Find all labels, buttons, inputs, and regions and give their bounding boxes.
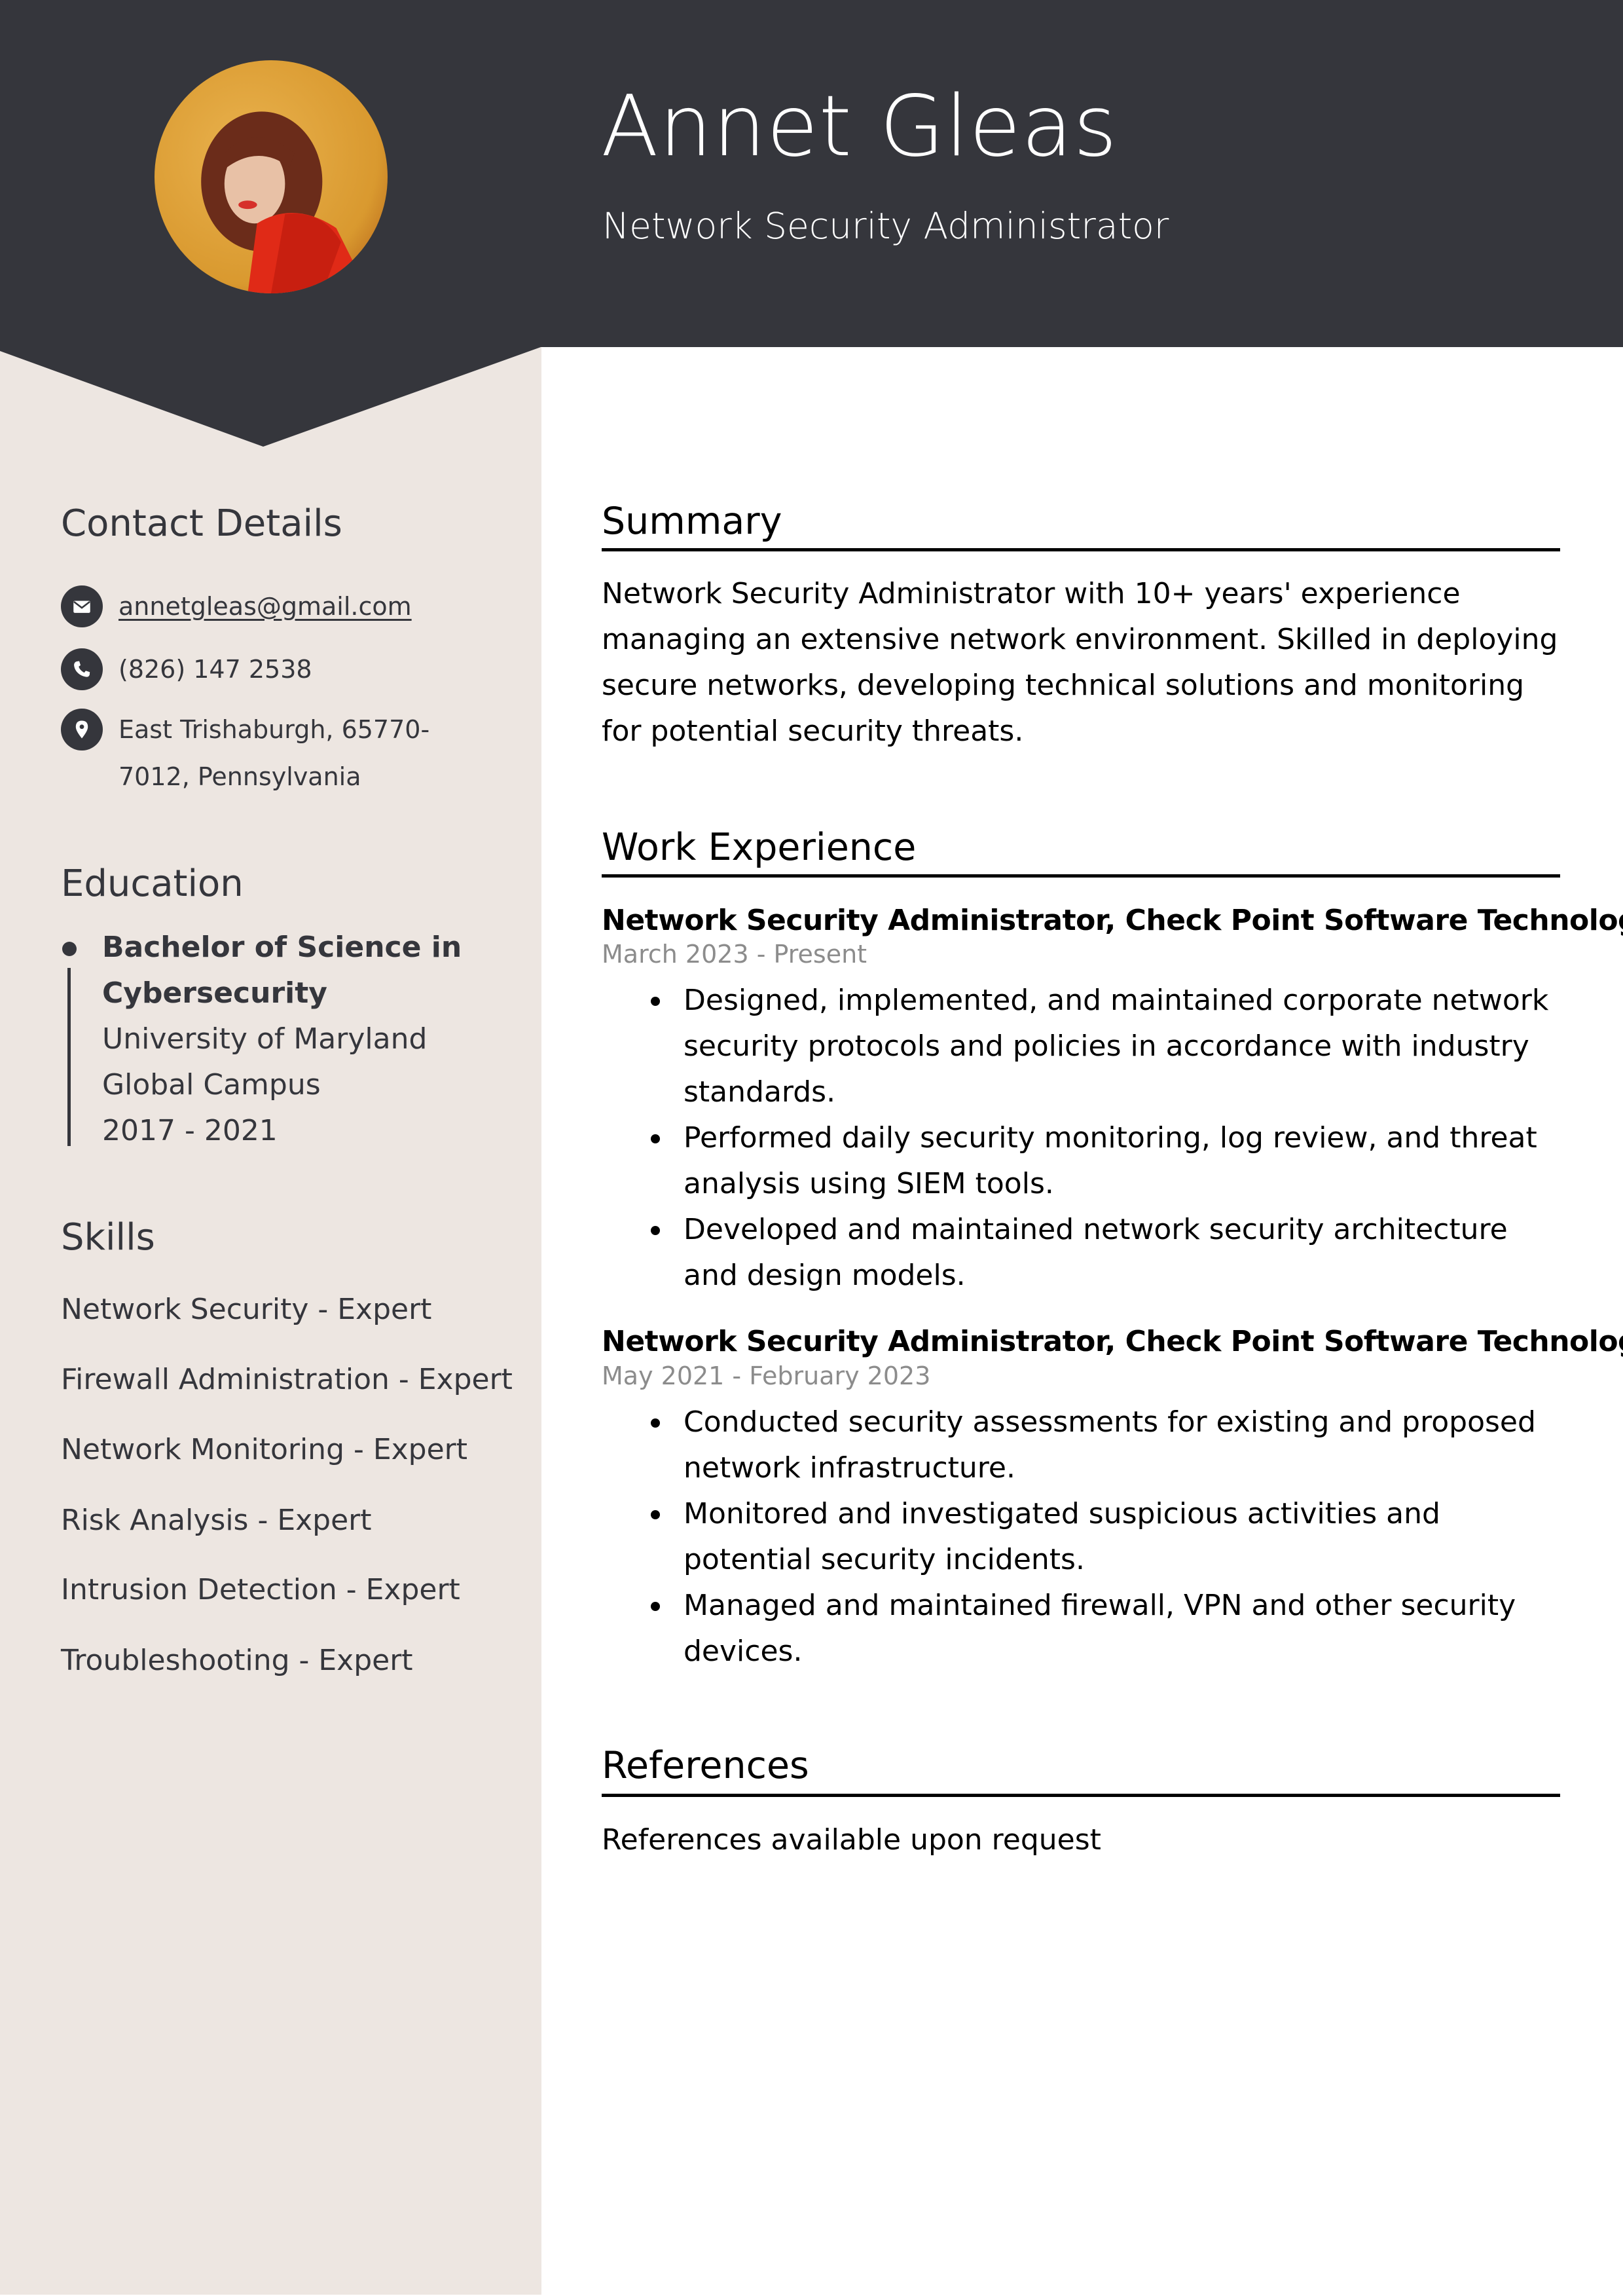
- candidate-name: Annet Gleas: [601, 78, 1118, 176]
- education-degree: Bachelor of Science in Cybersecurity: [102, 931, 462, 1010]
- contact-details-heading: Contact Details: [61, 502, 342, 545]
- contact-phone-row: (826) 147 2538: [61, 648, 538, 693]
- job-heading: Network Security Administrator, Check Po…: [602, 1325, 1623, 1358]
- job-bullet: Monitored and investigated suspicious ac…: [651, 1491, 1561, 1583]
- skill-item: Firewall Administration - Expert: [61, 1363, 513, 1396]
- candidate-title: Network Security Administrator: [602, 205, 1169, 247]
- email-link[interactable]: annetgleas@gmail.com: [119, 583, 538, 630]
- skill-item: Network Security - Expert: [61, 1293, 432, 1326]
- job-bullet: Conducted security assessments for exist…: [651, 1399, 1561, 1491]
- contact-address-row: East Trishaburgh, 65770-7012, Pennsylvan…: [61, 709, 485, 800]
- education-item: Bachelor of Science in Cybersecurity Uni…: [102, 925, 508, 1154]
- summary-text: Network Security Administrator with 10+ …: [602, 577, 1558, 748]
- skill-item: Intrusion Detection - Expert: [61, 1573, 460, 1606]
- job-bullet: Performed daily security monitoring, log…: [651, 1115, 1561, 1207]
- profile-photo: [155, 60, 388, 293]
- job-dates: March 2023 - Present: [602, 940, 867, 969]
- phone-icon: [61, 648, 103, 690]
- references-heading: References: [602, 1744, 809, 1787]
- contact-email-row: annetgleas@gmail.com: [61, 585, 538, 630]
- summary-divider: [602, 548, 1560, 551]
- location-pin-icon: [61, 709, 103, 750]
- summary-heading: Summary: [602, 500, 782, 543]
- job-heading: Network Security Administrator, Check Po…: [602, 904, 1623, 937]
- education-years: 2017 - 2021: [102, 1114, 278, 1147]
- address: East Trishaburgh, 65770-7012, Pennsylvan…: [119, 715, 430, 791]
- job-bullet: Designed, implemented, and maintained co…: [651, 978, 1561, 1115]
- timeline-dot: [62, 942, 77, 956]
- skill-item: Network Monitoring - Expert: [61, 1433, 468, 1466]
- skill-item: Risk Analysis - Expert: [61, 1504, 372, 1537]
- references-text: References available upon request: [602, 1823, 1101, 1857]
- work-experience-heading: Work Experience: [602, 826, 917, 869]
- job-bullet: Managed and maintained firewall, VPN and…: [651, 1583, 1561, 1675]
- work-experience-divider: [602, 874, 1560, 878]
- skills-heading: Skills: [61, 1216, 155, 1259]
- skill-item: Troubleshooting - Expert: [61, 1644, 413, 1677]
- timeline-line: [67, 968, 71, 1146]
- references-divider: [602, 1794, 1560, 1797]
- envelope-icon: [61, 585, 103, 627]
- job-bullets: Conducted security assessments for exist…: [651, 1399, 1561, 1675]
- job-dates: May 2021 - February 2023: [602, 1361, 931, 1390]
- education-heading: Education: [61, 862, 244, 905]
- job-bullets: Designed, implemented, and maintained co…: [651, 978, 1561, 1299]
- education-school: University of Maryland Global Campus: [102, 1022, 428, 1102]
- job-bullet: Developed and maintained network securit…: [651, 1207, 1561, 1299]
- phone-number: (826) 147 2538: [119, 655, 312, 684]
